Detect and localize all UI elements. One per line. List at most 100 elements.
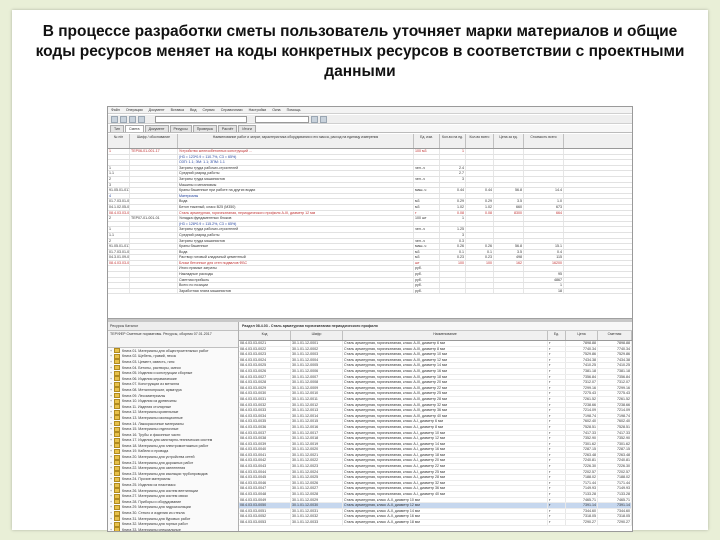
tab-item[interactable]: Документ (144, 125, 169, 132)
column-header[interactable]: Наименование (343, 331, 548, 340)
column-header[interactable]: Кол-во на ед. (440, 134, 466, 148)
estimate-cell: 2 (108, 238, 130, 244)
column-header[interactable]: Кол-во всего (466, 134, 494, 148)
menu-item[interactable]: Настройки (249, 108, 267, 112)
expand-icon[interactable]: + (110, 472, 113, 476)
resource-cell: 7240.81 (598, 458, 632, 464)
expand-icon[interactable]: + (110, 371, 113, 375)
tab-item[interactable]: Ресурсы (169, 125, 192, 132)
estimate-row[interactable]: Заработная плата машинистов руб. 18 (108, 288, 632, 295)
expand-icon[interactable]: + (110, 517, 113, 521)
save-icon[interactable] (129, 115, 136, 123)
column-header[interactable]: Сметная (598, 331, 632, 340)
resource-cell: т (548, 464, 566, 469)
expand-icon[interactable]: + (110, 422, 113, 426)
menu-item[interactable]: Окна (272, 108, 280, 112)
resource-cell: 08.4.03.03-0045 (239, 475, 291, 480)
resource-cell: т (548, 452, 566, 458)
resource-cell: Сталь арматурная, горячекатаная, класс А… (343, 391, 548, 396)
menu-item[interactable]: Вставка (171, 108, 184, 112)
resource-cell: 30.1.01.12-0003 (291, 352, 343, 357)
column-header[interactable]: Цена (566, 331, 598, 340)
estimate-cell (440, 221, 466, 227)
menu-item[interactable]: Помощь (287, 108, 301, 112)
expand-icon[interactable]: + (110, 483, 113, 487)
expand-icon[interactable]: + (110, 461, 113, 465)
expand-icon[interactable]: + (110, 500, 113, 504)
catalog-tree-label: Книга 14. Лакокрасочные материалы (122, 421, 184, 426)
expand-icon[interactable]: + (110, 360, 113, 364)
column-header[interactable]: № п/п (108, 134, 130, 148)
column-header[interactable]: Наименование работ и затрат, характерист… (178, 134, 414, 148)
column-header[interactable]: Ед. изм. (414, 134, 440, 148)
expand-icon[interactable]: + (110, 494, 113, 498)
expand-icon[interactable]: + (110, 438, 113, 442)
expand-icon[interactable]: + (110, 449, 113, 453)
column-header[interactable]: Шифр / обоснование (130, 134, 178, 148)
estimate-cell (466, 154, 494, 160)
expand-icon[interactable]: + (110, 466, 113, 470)
expand-icon[interactable]: + (110, 522, 113, 526)
estimate-cell (440, 277, 466, 283)
catalog-tree-label: Книга 26. Материалы для систем вентиляци… (122, 488, 198, 493)
resource-cell: 7318.05 (566, 514, 598, 519)
expand-icon[interactable]: + (110, 477, 113, 481)
estimate-cell: т (414, 210, 440, 216)
column-header[interactable]: Код (239, 331, 291, 340)
menu-item[interactable]: Операции (126, 108, 143, 112)
expand-icon[interactable]: + (110, 433, 113, 437)
expand-icon[interactable]: + (110, 405, 113, 409)
catalog-tree-item[interactable]: + Книга 33. Материалы специальные (108, 527, 238, 531)
tab-item[interactable]: Итоги (238, 125, 256, 132)
estimate-cell (494, 176, 524, 182)
expand-icon[interactable]: + (110, 511, 113, 515)
expand-icon[interactable]: + (110, 382, 113, 386)
folder-icon (114, 376, 120, 382)
expand-icon[interactable]: + (110, 388, 113, 392)
menu-item[interactable]: Вид (190, 108, 197, 112)
folder-icon (114, 504, 120, 510)
open-icon[interactable] (120, 115, 127, 123)
resource-cell: т (548, 492, 566, 497)
resource-cell: 08.4.03.03-0039 (239, 441, 291, 447)
expand-icon[interactable]: + (110, 377, 113, 381)
settings-icon[interactable] (320, 115, 327, 123)
tab-item[interactable]: Проверка (192, 125, 217, 132)
expand-icon[interactable]: + (110, 399, 113, 403)
print-icon[interactable] (138, 115, 145, 123)
resource-cell: 30.1.01.12-0028 (291, 492, 343, 497)
expand-icon[interactable]: + (110, 410, 113, 414)
column-header[interactable]: Ед. (548, 331, 566, 340)
menu-item[interactable]: Файл (111, 108, 120, 112)
calculate-icon[interactable] (311, 115, 318, 123)
toolbar-combo-secondary[interactable] (255, 115, 309, 123)
expand-icon[interactable]: + (110, 416, 113, 420)
resource-row[interactable]: 08.4.03.03-0053 30.1.01.12-0033 Сталь арма… (239, 520, 632, 526)
column-header[interactable]: Шифр (291, 331, 343, 340)
resource-cell: 7434.38 (566, 357, 598, 363)
expand-icon[interactable]: + (110, 394, 113, 398)
resource-cell: т (548, 480, 566, 486)
resource-cell: Сталь арматурная, горячекатаная, класс А… (343, 408, 548, 413)
expand-icon[interactable]: + (110, 354, 113, 358)
expand-icon[interactable]: + (110, 427, 113, 431)
expand-icon[interactable]: + (110, 489, 113, 493)
menu-item[interactable]: Справочники (221, 108, 243, 112)
tab-item[interactable]: Расчёт (217, 125, 238, 132)
tab-item[interactable]: Тип (110, 125, 124, 132)
column-header[interactable]: Цена за ед. (494, 134, 524, 148)
expand-icon[interactable]: + (110, 366, 113, 370)
expand-icon[interactable]: + (110, 528, 113, 531)
toolbar-combo[interactable] (155, 115, 247, 123)
resource-cell: т (548, 408, 566, 413)
expand-icon[interactable]: + (110, 455, 113, 459)
expand-icon[interactable]: + (110, 444, 113, 448)
estimate-cell: 162 (494, 260, 524, 266)
menu-item[interactable]: Сервис (202, 108, 214, 112)
tab-item[interactable]: Смета (125, 125, 144, 132)
menu-item[interactable]: Документ (149, 108, 165, 112)
column-header[interactable]: Стоимость всего (524, 134, 564, 148)
new-icon[interactable] (111, 115, 118, 123)
expand-icon[interactable]: + (110, 349, 113, 353)
expand-icon[interactable]: + (110, 505, 113, 509)
